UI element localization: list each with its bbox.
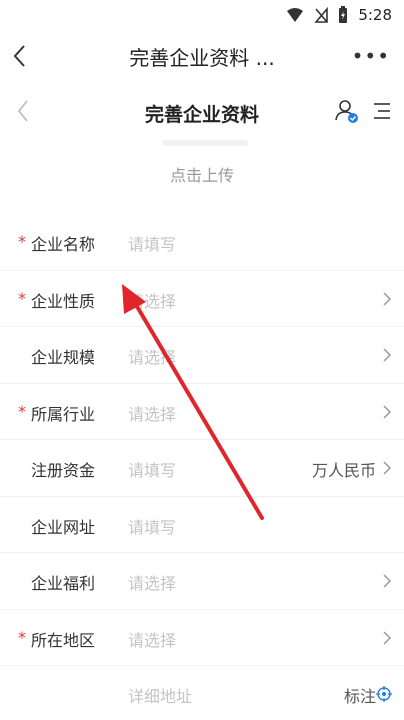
form-row-company-size[interactable]: 企业规模 请选择 xyxy=(0,327,404,384)
region-select[interactable]: 请选择 xyxy=(128,627,176,651)
more-menu-button[interactable]: ••• xyxy=(352,44,390,68)
menu-icon[interactable] xyxy=(372,100,392,122)
registered-capital-input[interactable]: 请填写 xyxy=(128,457,176,481)
chevron-right-icon xyxy=(383,574,392,588)
required-mark: * xyxy=(18,627,26,647)
logo-upload-area[interactable]: 点击上传 xyxy=(0,140,404,200)
wifi-icon xyxy=(287,8,304,22)
chevron-right-icon xyxy=(383,404,392,419)
company-name-input[interactable]: 请填写 xyxy=(128,231,176,255)
upload-label[interactable]: 点击上传 xyxy=(0,162,404,186)
company-name-label: 企业名称 xyxy=(31,235,96,254)
benefits-label: 企业福利 xyxy=(31,574,96,593)
website-input[interactable]: 请填写 xyxy=(128,514,176,538)
company-size-label: 企业规模 xyxy=(31,348,96,367)
chevron-right-icon xyxy=(383,348,392,362)
required-mark: * xyxy=(18,232,26,251)
company-size-select[interactable]: 请选择 xyxy=(128,344,176,368)
form-row-industry[interactable]: * 所属行业 请选择 xyxy=(0,384,404,441)
outer-nav-bar: 完善企业资料 ... ••• xyxy=(0,32,404,80)
form-row-address[interactable]: 详细地址 标注 xyxy=(0,666,404,720)
status-time: 5:28 xyxy=(358,6,392,24)
upload-placeholder-bar xyxy=(162,140,248,146)
website-label: 企业网址 xyxy=(31,517,96,537)
form-row-registered-capital[interactable]: 注册资金 请填写 万人民币 xyxy=(0,440,404,497)
registered-capital-label: 注册资金 xyxy=(31,461,96,480)
user-verified-icon[interactable] xyxy=(334,98,360,124)
company-type-label: 企业性质 xyxy=(31,291,96,311)
address-input[interactable]: 详细地址 xyxy=(128,683,192,707)
benefits-select[interactable]: 请选择 xyxy=(128,570,176,594)
chevron-right-icon xyxy=(383,461,392,475)
no-signal-icon xyxy=(314,7,329,23)
status-icons: 5:28 xyxy=(286,6,392,24)
company-info-form: * 企业名称 请填写 * 企业性质 请选择 企业规模 请选择 * 所属行业 请选… xyxy=(0,214,404,720)
locate-icon[interactable] xyxy=(376,686,392,702)
industry-select[interactable]: 请选择 xyxy=(128,401,176,425)
chevron-right-icon xyxy=(383,630,392,645)
form-row-company-name[interactable]: * 企业名称 请填写 xyxy=(0,214,404,271)
industry-label: 所属行业 xyxy=(31,404,96,424)
status-bar: 5:28 xyxy=(0,0,404,32)
battery-icon xyxy=(339,6,348,23)
chevron-right-icon xyxy=(383,291,392,306)
required-mark: * xyxy=(18,288,26,308)
region-label: 所在地区 xyxy=(31,630,96,650)
form-row-website[interactable]: 企业网址 请填写 xyxy=(0,497,404,554)
map-mark-button[interactable]: 标注 xyxy=(344,683,376,707)
outer-page-title: 完善企业资料 ... xyxy=(129,46,275,70)
inner-nav-bar: 完善企业资料 xyxy=(0,88,404,136)
form-row-region[interactable]: * 所在地区 请选择 xyxy=(0,610,404,667)
currency-unit-select[interactable]: 万人民币 xyxy=(312,457,376,481)
company-type-select[interactable]: 请选择 xyxy=(128,288,176,312)
form-row-company-type[interactable]: * 企业性质 请选择 xyxy=(0,271,404,328)
required-mark: * xyxy=(18,401,26,421)
form-row-benefits[interactable]: 企业福利 请选择 xyxy=(0,553,404,610)
